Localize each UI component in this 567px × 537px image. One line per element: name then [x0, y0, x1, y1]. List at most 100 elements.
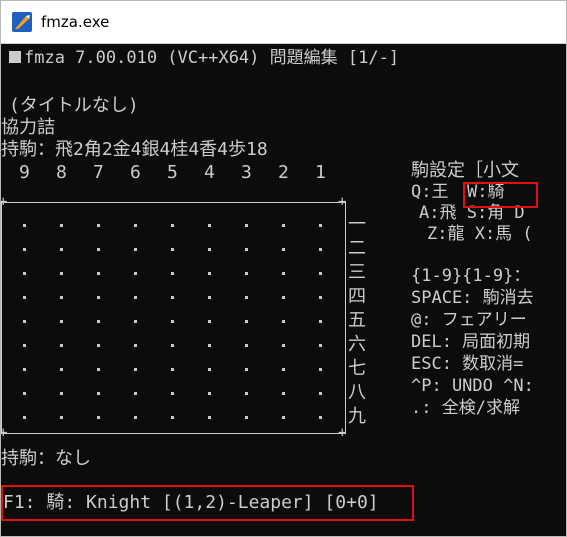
title-bar[interactable]: fmza.exe	[1, 1, 566, 44]
board-square-empty[interactable]	[319, 296, 322, 299]
board-square-empty[interactable]	[60, 368, 63, 371]
board-square-empty[interactable]	[208, 416, 211, 419]
board-square-empty[interactable]	[60, 416, 63, 419]
board-square-empty[interactable]	[282, 272, 285, 275]
board-square-empty[interactable]	[23, 224, 26, 227]
board-square-empty[interactable]	[60, 344, 63, 347]
board-square-empty[interactable]	[134, 368, 137, 371]
console-area[interactable]: fmza 7.00.010 (VC++X64) 問題編集 [1/-] (タイトル…	[1, 44, 566, 536]
board-top-border	[1, 202, 346, 203]
board-square-empty[interactable]	[282, 416, 285, 419]
help-row: SPACE: 駒消去	[411, 288, 534, 308]
help-heading: 駒設定［小文	[411, 160, 519, 181]
board-square-empty[interactable]	[134, 392, 137, 395]
board-square-empty[interactable]	[245, 320, 248, 323]
board-square-empty[interactable]	[97, 272, 100, 275]
board-square-empty[interactable]	[319, 248, 322, 251]
file-label: 6	[130, 162, 141, 183]
board-square-empty[interactable]	[171, 296, 174, 299]
board-square-empty[interactable]	[171, 248, 174, 251]
board-square-empty[interactable]	[319, 392, 322, 395]
board-square-empty[interactable]	[319, 416, 322, 419]
board-square-empty[interactable]	[282, 248, 285, 251]
board-square-empty[interactable]	[97, 224, 100, 227]
board-square-empty[interactable]	[282, 344, 285, 347]
board-square-empty[interactable]	[282, 296, 285, 299]
board-square-empty[interactable]	[245, 344, 248, 347]
board-square-empty[interactable]	[60, 248, 63, 251]
board-square-empty[interactable]	[319, 368, 322, 371]
board-square-empty[interactable]	[23, 344, 26, 347]
header-line: fmza 7.00.010 (VC++X64) 問題編集 [1/-]	[9, 48, 399, 68]
board-square-empty[interactable]	[208, 248, 211, 251]
board-square-empty[interactable]	[208, 296, 211, 299]
board-square-empty[interactable]	[97, 344, 100, 347]
board-square-empty[interactable]	[97, 296, 100, 299]
board-square-empty[interactable]	[134, 416, 137, 419]
board-square-empty[interactable]	[319, 272, 322, 275]
board-square-empty[interactable]	[134, 296, 137, 299]
board-square-empty[interactable]	[97, 320, 100, 323]
board-square-empty[interactable]	[245, 248, 248, 251]
board-square-empty[interactable]	[60, 392, 63, 395]
board-square-empty[interactable]	[208, 368, 211, 371]
board-square-empty[interactable]	[171, 224, 174, 227]
board-square-empty[interactable]	[134, 248, 137, 251]
file-label: 4	[204, 162, 215, 183]
board-square-empty[interactable]	[245, 368, 248, 371]
board-square-empty[interactable]	[208, 224, 211, 227]
board-square-empty[interactable]	[245, 272, 248, 275]
board-square-empty[interactable]	[282, 320, 285, 323]
board-square-empty[interactable]	[60, 224, 63, 227]
board-square-empty[interactable]	[97, 392, 100, 395]
board-square-empty[interactable]	[245, 224, 248, 227]
board-square-empty[interactable]	[97, 368, 100, 371]
rank-label: 三	[348, 262, 366, 283]
board-square-empty[interactable]	[23, 416, 26, 419]
board-square-empty[interactable]	[319, 224, 322, 227]
board-square-empty[interactable]	[171, 416, 174, 419]
file-label: 7	[93, 162, 104, 183]
board-square-empty[interactable]	[60, 320, 63, 323]
pieces-in-hand-top: 持駒：飛2角2金4銀4桂4香4歩18	[1, 139, 268, 160]
board-square-empty[interactable]	[282, 368, 285, 371]
board-square-empty[interactable]	[282, 392, 285, 395]
board-square-empty[interactable]	[208, 320, 211, 323]
board-square-empty[interactable]	[171, 368, 174, 371]
board-square-empty[interactable]	[134, 344, 137, 347]
board-square-empty[interactable]	[245, 392, 248, 395]
board-square-empty[interactable]	[134, 272, 137, 275]
board-square-empty[interactable]	[208, 272, 211, 275]
app-icon	[12, 12, 32, 32]
board-square-empty[interactable]	[60, 296, 63, 299]
board-square-empty[interactable]	[282, 224, 285, 227]
board-square-empty[interactable]	[208, 392, 211, 395]
board-square-empty[interactable]	[171, 392, 174, 395]
board-square-empty[interactable]	[319, 344, 322, 347]
board-left-border	[1, 202, 2, 434]
board-square-empty[interactable]	[23, 392, 26, 395]
board-square-empty[interactable]	[171, 320, 174, 323]
help-row: Z:龍 X:馬 (	[427, 224, 533, 244]
board-square-empty[interactable]	[245, 296, 248, 299]
board-square-empty[interactable]	[23, 272, 26, 275]
board-square-empty[interactable]	[134, 224, 137, 227]
board-square-empty[interactable]	[245, 416, 248, 419]
help-row: DEL: 局面初期	[411, 332, 531, 352]
board-square-empty[interactable]	[171, 272, 174, 275]
board-square-empty[interactable]	[23, 368, 26, 371]
board-square-empty[interactable]	[97, 248, 100, 251]
board-square-empty[interactable]	[23, 296, 26, 299]
board-square-empty[interactable]	[134, 320, 137, 323]
board-square-empty[interactable]	[97, 416, 100, 419]
file-label: 2	[278, 162, 289, 183]
board-square-empty[interactable]	[23, 248, 26, 251]
console-window: fmza.exe fmza 7.00.010 (VC++X64) 問題編集 [1…	[0, 0, 567, 537]
board-corner: +	[1, 423, 7, 443]
rank-label: 四	[348, 286, 366, 307]
board-square-empty[interactable]	[319, 320, 322, 323]
board-square-empty[interactable]	[208, 344, 211, 347]
board-square-empty[interactable]	[60, 272, 63, 275]
board-square-empty[interactable]	[23, 320, 26, 323]
board-square-empty[interactable]	[171, 344, 174, 347]
